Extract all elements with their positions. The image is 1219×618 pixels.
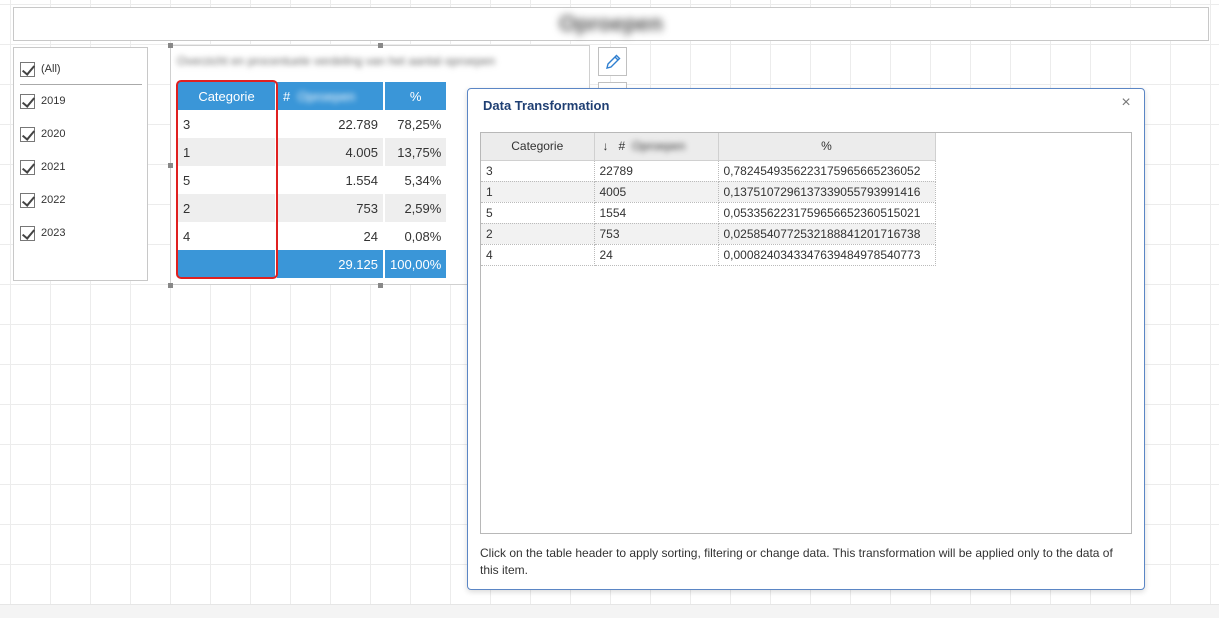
checkbox-icon[interactable] bbox=[20, 192, 35, 208]
cell-percent: 2,59% bbox=[384, 194, 449, 222]
table-row[interactable]: 4 24 0,0008240343347639484978540773 bbox=[481, 244, 936, 266]
cell-count: 22.789 bbox=[276, 110, 385, 138]
column-header-count[interactable]: # Oproepen bbox=[276, 82, 385, 110]
edit-button[interactable] bbox=[598, 47, 627, 76]
resize-handle[interactable] bbox=[378, 283, 383, 288]
column-header-category[interactable]: Categorie bbox=[481, 133, 595, 161]
grid-caption: Overzicht en procentuele verdeling van h… bbox=[177, 54, 496, 68]
cell-count: 753 bbox=[594, 223, 719, 245]
checkbox-icon[interactable] bbox=[20, 126, 35, 142]
cell-category: 1 bbox=[481, 181, 595, 203]
cell-count: 24 bbox=[276, 222, 385, 250]
filter-item-label: 2019 bbox=[41, 95, 66, 107]
filter-item-2023[interactable]: 2023 bbox=[20, 223, 65, 243]
dialog-help-text: Click on the table header to apply sorti… bbox=[480, 546, 1113, 577]
data-transformation-dialog: Data Transformation × Categorie ↓ # Opro… bbox=[467, 88, 1145, 590]
count-symbol: # bbox=[283, 88, 291, 104]
resize-handle[interactable] bbox=[168, 43, 173, 48]
filter-item-label: 2022 bbox=[41, 194, 66, 206]
filter-item-label: 2020 bbox=[41, 128, 66, 140]
total-count: 29.125 bbox=[276, 250, 385, 278]
total-percent: 100,00% bbox=[384, 250, 449, 278]
cell-count: 1.554 bbox=[276, 166, 385, 194]
count-label: Oproepen bbox=[297, 88, 356, 104]
transformation-header-row: Categorie ↓ # Oproepen % bbox=[481, 133, 936, 161]
checkbox-icon[interactable] bbox=[20, 225, 35, 241]
filter-item-2019[interactable]: 2019 bbox=[20, 91, 65, 111]
table-row[interactable]: 1 4005 0,1375107296137339055793991416 bbox=[481, 181, 936, 203]
bottom-strip bbox=[0, 604, 1219, 618]
filter-item-2021[interactable]: 2021 bbox=[20, 157, 65, 177]
column-header-percent[interactable]: % bbox=[384, 82, 449, 110]
resize-handle[interactable] bbox=[168, 283, 173, 288]
cell-count: 1554 bbox=[594, 202, 719, 224]
cell-percent: 78,25% bbox=[384, 110, 449, 138]
column-header-percent[interactable]: % bbox=[718, 133, 936, 161]
filter-item-label: (All) bbox=[41, 63, 61, 75]
filter-item-2020[interactable]: 2020 bbox=[20, 124, 65, 144]
filter-item-2022[interactable]: 2022 bbox=[20, 190, 65, 210]
dashboard-title-box[interactable]: Oproepen bbox=[13, 7, 1209, 41]
table-row[interactable]: 3 22789 0,7824549356223175965665236052 bbox=[481, 160, 936, 182]
sort-down-icon: ↓ bbox=[602, 139, 609, 154]
cell-count: 22789 bbox=[594, 160, 719, 182]
resize-handle[interactable] bbox=[378, 43, 383, 48]
close-icon[interactable]: × bbox=[1118, 95, 1134, 111]
category-column-highlight bbox=[176, 80, 278, 279]
cell-percent: 13,75% bbox=[384, 138, 449, 166]
cell-count: 4005 bbox=[594, 181, 719, 203]
table-row[interactable]: 5 1554 0,0533562231759656652360515021 bbox=[481, 202, 936, 224]
year-filter-list: (All) 2019 2020 2021 2022 2023 bbox=[13, 47, 148, 281]
transformation-table-container[interactable]: Categorie ↓ # Oproepen % 3 22789 0,78245… bbox=[480, 132, 1132, 534]
filter-separator bbox=[20, 84, 142, 85]
pencil-icon bbox=[605, 54, 620, 69]
count-symbol: # bbox=[618, 139, 626, 154]
count-label: Oproepen bbox=[631, 139, 686, 154]
cell-percent: 0,0533562231759656652360515021 bbox=[718, 202, 936, 224]
cell-count: 753 bbox=[276, 194, 385, 222]
checkbox-icon[interactable] bbox=[20, 61, 35, 77]
cell-category: 2 bbox=[481, 223, 595, 245]
filter-item-all[interactable]: (All) bbox=[20, 59, 61, 79]
cell-percent: 0,08% bbox=[384, 222, 449, 250]
cell-percent: 5,34% bbox=[384, 166, 449, 194]
transformation-table: Categorie ↓ # Oproepen % 3 22789 0,78245… bbox=[481, 133, 936, 266]
cell-count: 4.005 bbox=[276, 138, 385, 166]
resize-handle[interactable] bbox=[168, 163, 173, 168]
cell-category: 4 bbox=[481, 244, 595, 266]
cell-category: 3 bbox=[481, 160, 595, 182]
cell-percent: 0,1375107296137339055793991416 bbox=[718, 181, 936, 203]
table-row[interactable]: 2 753 0,0258540772532188841201716738 bbox=[481, 223, 936, 245]
dashboard-title: Oproepen bbox=[559, 11, 663, 36]
cell-count: 24 bbox=[594, 244, 719, 266]
cell-percent: 0,7824549356223175965665236052 bbox=[718, 160, 936, 182]
filter-item-label: 2021 bbox=[41, 161, 66, 173]
checkbox-icon[interactable] bbox=[20, 159, 35, 175]
cell-category: 5 bbox=[481, 202, 595, 224]
checkbox-icon[interactable] bbox=[20, 93, 35, 109]
cell-percent: 0,0258540772532188841201716738 bbox=[718, 223, 936, 245]
filter-item-label: 2023 bbox=[41, 227, 66, 239]
cell-percent: 0,0008240343347639484978540773 bbox=[718, 244, 936, 266]
dialog-title: Data Transformation bbox=[483, 98, 610, 113]
column-header-count[interactable]: ↓ # Oproepen bbox=[594, 133, 719, 161]
